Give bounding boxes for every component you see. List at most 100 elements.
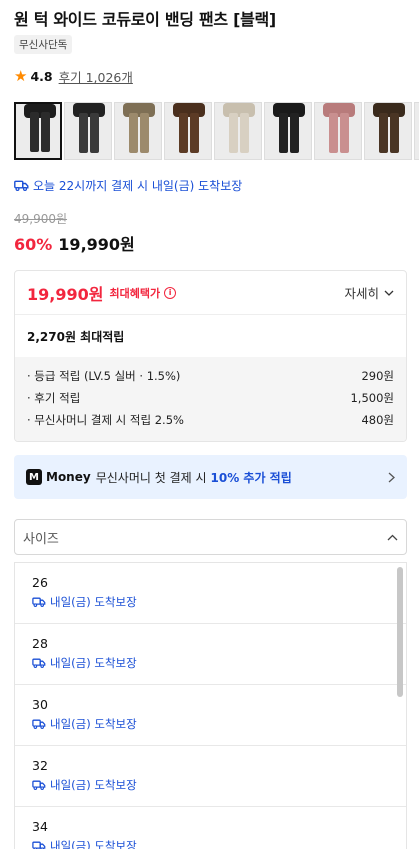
- benefit-price: 19,990원: [27, 284, 104, 304]
- chevron-down-icon: [384, 290, 394, 296]
- thumbnail-top: [373, 103, 405, 117]
- size-select[interactable]: 사이즈: [14, 519, 407, 555]
- max-benefit-box: 19,990원 최대혜택가 i 자세히 2,270원 최대적립 · 등급 적립 …: [14, 270, 407, 442]
- product-thumbnail[interactable]: [14, 102, 62, 160]
- points-item-label: · 등급 적립 (LV.5 실버 · 1.5%): [27, 369, 181, 383]
- points-item: · 후기 적립 1,500원: [27, 387, 394, 409]
- truck-icon: [32, 719, 46, 729]
- truck-icon: [32, 658, 46, 668]
- size-option-label: 28: [32, 636, 48, 651]
- delivery-notice: 오늘 22시까지 결제 시 내일(금) 도착보장: [14, 177, 242, 194]
- size-option[interactable]: 34 내일(금) 도착보장: [15, 807, 406, 849]
- truck-icon: [32, 841, 46, 849]
- size-select-label: 사이즈: [23, 531, 59, 547]
- chevron-right-icon: [388, 472, 395, 482]
- thumbnail-leg: [79, 113, 88, 153]
- points-breakdown: · 등급 적립 (LV.5 실버 · 1.5%) 290원 · 후기 적립 1,…: [15, 357, 406, 441]
- thumbnail-top: [173, 103, 205, 117]
- rating-row: ★ 4.8 후기 1,026개: [14, 67, 133, 86]
- reviews-link[interactable]: 후기 1,026개: [59, 67, 133, 86]
- benefit-header: 19,990원 최대혜택가 i 자세히: [15, 271, 406, 315]
- size-list-scrollbar[interactable]: [397, 567, 403, 697]
- thumbnail-leg: [279, 113, 288, 153]
- size-option-label: 34: [32, 819, 48, 834]
- size-option-delivery: 내일(금) 도착보장: [32, 655, 389, 671]
- truck-icon: [32, 780, 46, 790]
- thumbnail-leg: [179, 113, 188, 153]
- size-option-label: 26: [32, 575, 48, 590]
- thumbnail-leg: [229, 113, 238, 153]
- points-item: · 무신사머니 결제 시 적립 2.5% 480원: [27, 409, 394, 431]
- points-item-label: · 무신사머니 결제 시 적립 2.5%: [27, 413, 184, 427]
- thumbnail-leg: [190, 113, 199, 153]
- thumbnail-leg: [41, 112, 50, 152]
- thumbnail-strip: [14, 102, 419, 160]
- size-option-delivery: 내일(금) 도착보장: [32, 838, 389, 849]
- product-thumbnail[interactable]: [114, 102, 162, 160]
- detail-toggle-button[interactable]: 자세히: [344, 283, 394, 302]
- money-text: 무신사머니 첫 결제 시: [95, 470, 207, 485]
- thumbnail-leg: [140, 113, 149, 153]
- money-logo-icon: M: [26, 469, 42, 485]
- size-option-delivery: 내일(금) 도착보장: [32, 716, 389, 732]
- money-brand: Money: [46, 470, 91, 484]
- detail-label: 자세히: [344, 286, 379, 301]
- points-item-value: 480원: [361, 413, 394, 427]
- thumbnail-leg: [129, 113, 138, 153]
- size-option[interactable]: 26 내일(금) 도착보장: [15, 563, 406, 624]
- size-option[interactable]: 30 내일(금) 도착보장: [15, 685, 406, 746]
- product-thumbnail[interactable]: [414, 102, 419, 160]
- info-icon[interactable]: i: [164, 286, 177, 299]
- size-option-delivery: 내일(금) 도착보장: [32, 777, 389, 793]
- thumbnail-leg: [329, 113, 338, 153]
- product-title: 원 턱 와이드 코듀로이 밴딩 팬츠 [블랙]: [14, 10, 276, 29]
- size-option[interactable]: 28 내일(금) 도착보장: [15, 624, 406, 685]
- product-thumbnail[interactable]: [164, 102, 212, 160]
- sale-price: 19,990원: [58, 235, 135, 254]
- product-thumbnail[interactable]: [214, 102, 262, 160]
- benefit-label: 최대혜택가: [109, 286, 161, 300]
- thumbnail-leg: [340, 113, 349, 153]
- thumbnail-leg: [240, 113, 249, 153]
- original-price: 49,900원: [14, 212, 68, 226]
- discount-rate: 60%: [14, 235, 53, 254]
- points-item-value: 290원: [361, 369, 394, 383]
- points-summary: 2,270원 최대적립: [27, 329, 125, 344]
- size-option-delivery-text: 내일(금) 도착보장: [50, 656, 137, 670]
- product-thumbnail[interactable]: [264, 102, 312, 160]
- star-icon: ★: [14, 67, 28, 85]
- size-option-delivery-text: 내일(금) 도착보장: [50, 595, 137, 609]
- money-promo-banner[interactable]: M Money 무신사머니 첫 결제 시 10% 추가 적립: [14, 455, 407, 499]
- thumbnail-top: [223, 103, 255, 117]
- size-option-label: 30: [32, 697, 48, 712]
- size-option-delivery-text: 내일(금) 도착보장: [50, 778, 137, 792]
- thumbnail-top: [123, 103, 155, 117]
- delivery-text: 오늘 22시까지 결제 시 내일(금) 도착보장: [33, 179, 243, 193]
- thumbnail-leg: [290, 113, 299, 153]
- thumbnail-leg: [30, 112, 39, 152]
- size-option-label: 32: [32, 758, 48, 773]
- size-option-list: 26 내일(금) 도착보장 28 내일(금) 도착보장 30 내일(금) 도착보…: [14, 562, 407, 849]
- size-option-delivery-text: 내일(금) 도착보장: [50, 717, 137, 731]
- chevron-up-icon: [387, 534, 398, 540]
- rating-score: 4.8: [30, 69, 53, 84]
- size-option-delivery: 내일(금) 도착보장: [32, 594, 389, 610]
- points-item-label: · 후기 적립: [27, 391, 81, 405]
- truck-icon: [14, 180, 29, 191]
- thumbnail-leg: [379, 113, 388, 153]
- points-item: · 등급 적립 (LV.5 실버 · 1.5%) 290원: [27, 365, 394, 387]
- product-thumbnail[interactable]: [364, 102, 412, 160]
- product-thumbnail[interactable]: [314, 102, 362, 160]
- thumbnail-top: [73, 103, 105, 117]
- thumbnail-leg: [90, 113, 99, 153]
- price-row: 60% 19,990원: [14, 231, 135, 255]
- thumbnail-top: [323, 103, 355, 117]
- size-option-delivery-text: 내일(금) 도착보장: [50, 839, 137, 849]
- points-item-value: 1,500원: [350, 391, 394, 405]
- product-thumbnail[interactable]: [64, 102, 112, 160]
- thumbnail-leg: [390, 113, 399, 153]
- size-option[interactable]: 32 내일(금) 도착보장: [15, 746, 406, 807]
- money-highlight: 10% 추가 적립: [210, 470, 292, 485]
- thumbnail-top: [24, 104, 56, 118]
- thumbnail-top: [273, 103, 305, 117]
